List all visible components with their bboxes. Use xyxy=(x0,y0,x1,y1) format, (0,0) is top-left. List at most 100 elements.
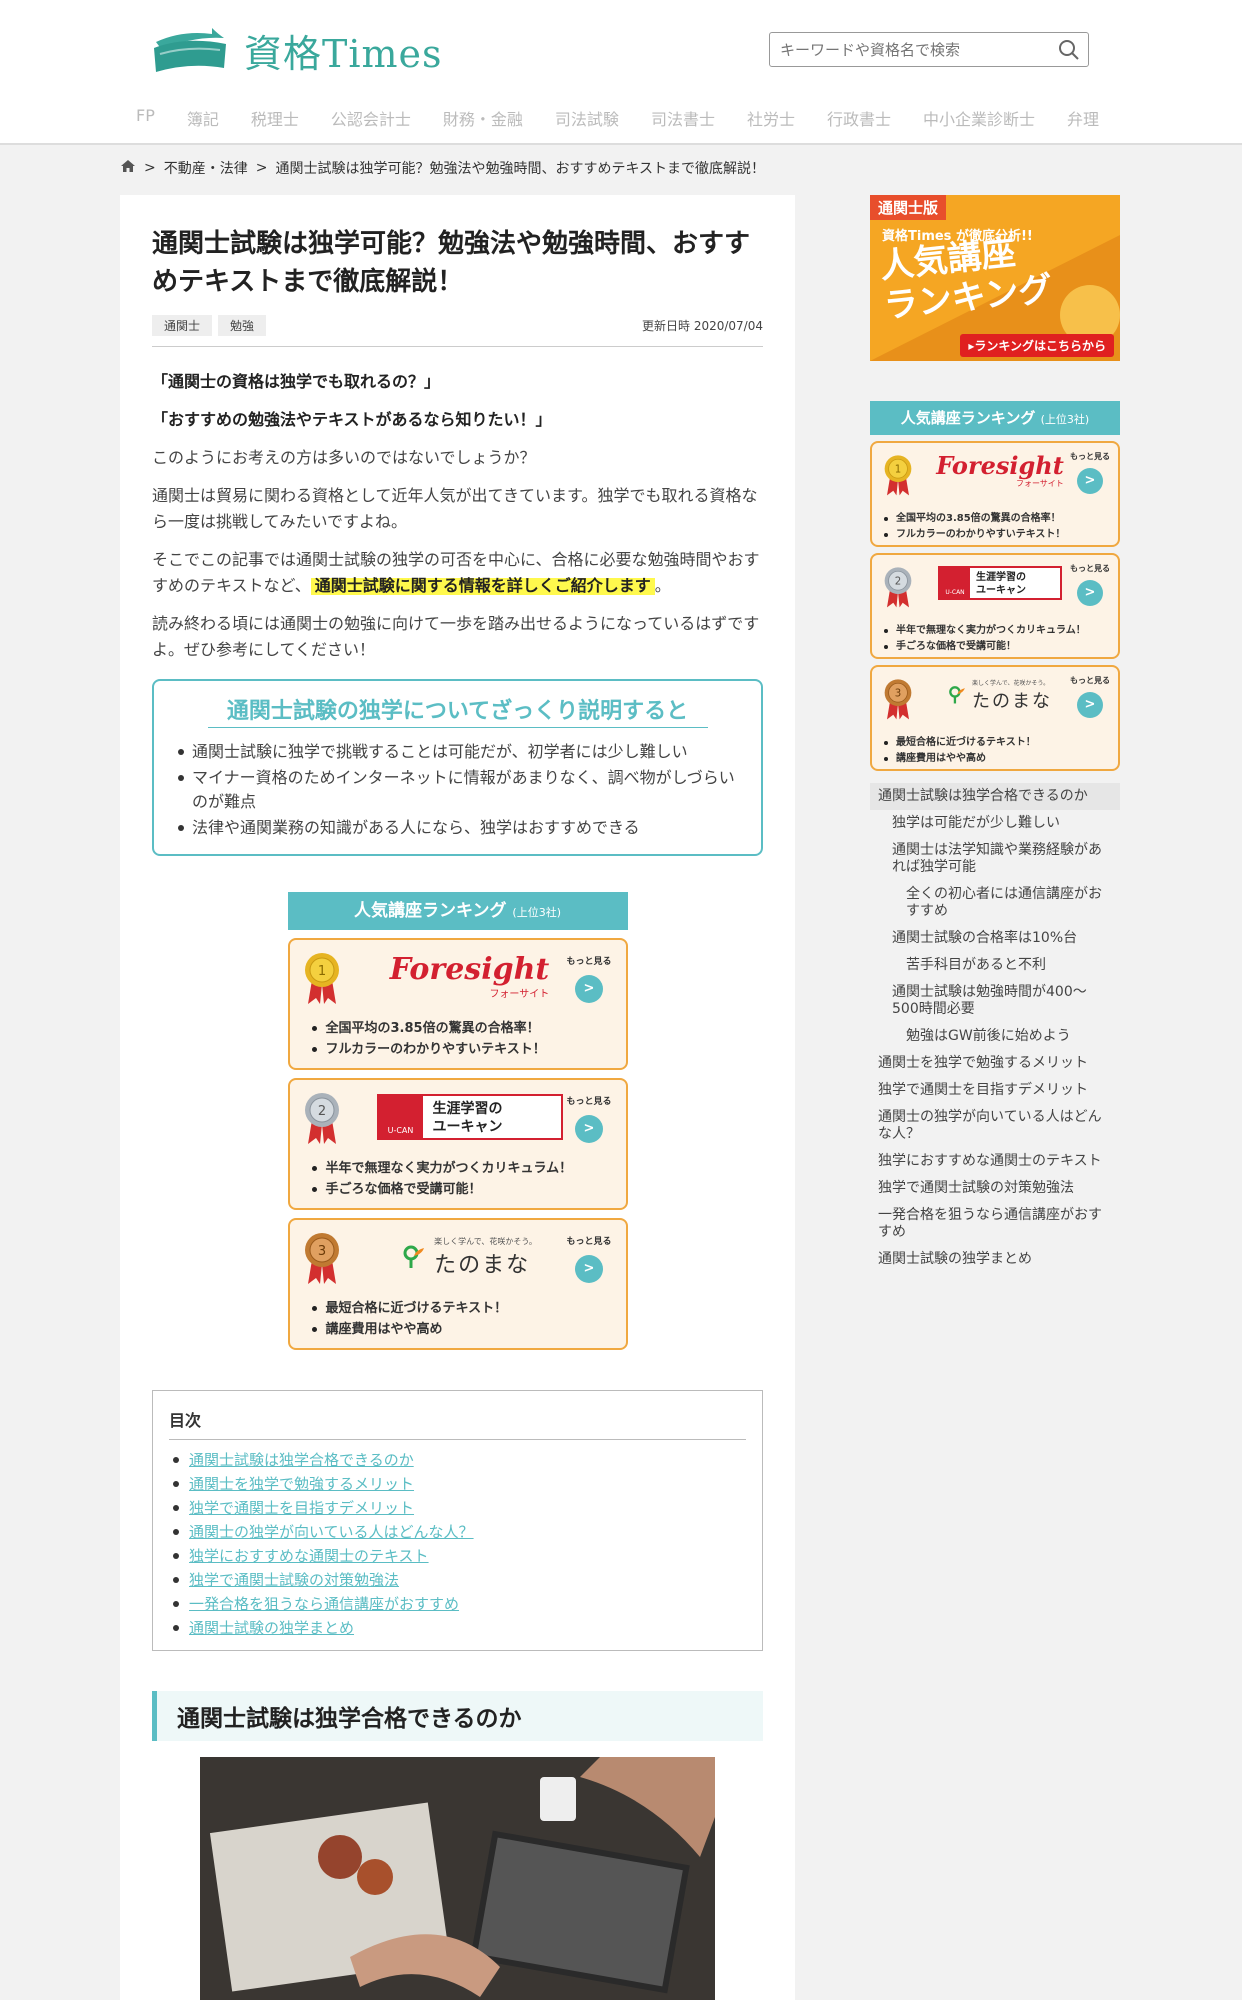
ranking-points: 最短合格に近づけるテキスト！ 講座費用はやや高め xyxy=(884,735,1036,767)
site-logo[interactable]: 資格Times xyxy=(152,22,452,78)
nav-item[interactable]: 簿記 xyxy=(187,106,219,132)
ranking-card-3[interactable]: 3 楽しく学んで、花咲かそう。 たのまな もっと見る > 最短合格に近づけるテキス… xyxy=(287,1218,628,1350)
sidebar-toc-item[interactable]: 通関士試験は独学合格できるのか xyxy=(870,783,1120,810)
paragraph: そこでこの記事では通関士試験の独学の可否を中心に、合格に必要な勉強時間やおすすめ… xyxy=(152,547,763,599)
tanomana-leaf-icon xyxy=(949,686,965,704)
nav-item[interactable]: 税理士 xyxy=(251,106,299,132)
breadcrumb-category[interactable]: 不動産・法律 xyxy=(164,158,248,178)
nav-item[interactable]: 行政書士 xyxy=(827,106,891,132)
nav-item[interactable]: 弁理 xyxy=(1067,106,1099,132)
brand-logo-foresight[interactable]: Foresight フォーサイト xyxy=(930,451,1070,491)
sidebar-toc-item[interactable]: 通関士試験の独学まとめ xyxy=(870,1246,1120,1273)
ranking-point: フルカラーのわかりやすいテキスト！ xyxy=(883,527,1065,543)
brand-name: 生涯学習の ユーキャン xyxy=(976,572,1026,596)
tag[interactable]: 勉強 xyxy=(218,315,267,336)
ranking-banner[interactable]: 通関士版 資格Times が徹底分析!! 人気講座 ランキング ▸ランキングはこち… xyxy=(870,195,1120,361)
sidebar-toc-item[interactable]: 独学は可能だが少し難しい xyxy=(870,810,1120,837)
more-label: もっと見る xyxy=(566,1097,612,1107)
sidebar-toc-item[interactable]: 独学で通関士を目指すデメリット xyxy=(870,1077,1120,1104)
silver-medal-icon: 2 xyxy=(884,567,912,608)
toc-link[interactable]: 独学で通関士試験の対策勉強法 xyxy=(169,1568,746,1592)
more-link[interactable]: もっと見る > xyxy=(566,1234,612,1283)
more-arrow-button[interactable]: > xyxy=(574,1255,603,1283)
sidebar-ranking-card-1[interactable]: 1 Foresight フォーサイト もっと見る > 全国平均の3.85倍の驚異の… xyxy=(870,441,1120,547)
sidebar-toc-item[interactable]: 通関士の独学が向いている人はどんな人？ xyxy=(870,1104,1120,1148)
sidebar-ranking-card-3[interactable]: 3 楽しく学んで、花咲かそう。 たのまな もっと見る > 最短合格に近づけるテキス… xyxy=(870,665,1120,771)
sidebar-toc-item[interactable]: 勉強はGW前後に始めよう xyxy=(870,1023,1120,1050)
more-link[interactable]: もっと見る > xyxy=(566,954,612,1003)
sidebar-toc-item[interactable]: 独学で通関士試験の対策勉強法 xyxy=(870,1175,1120,1202)
ranking-points: 半年で無理なく実力がつくカリキュラム！ 手ごろな価格で受講可能！ xyxy=(311,1158,572,1200)
sidebar-toc-item[interactable]: 通関士を独学で勉強するメリット xyxy=(870,1050,1120,1077)
sidebar-ranking-card-2[interactable]: 2 U-CAN 生涯学習の ユーキャン もっと見る > 半年で無理なく実力がつくカ… xyxy=(870,553,1120,659)
brand-logo-ucan[interactable]: U-CAN 生涯学習の ユーキャン xyxy=(930,563,1070,603)
sidebar-toc-item[interactable]: 通関士試験は勉強時間が400～500時間必要 xyxy=(870,979,1120,1023)
more-arrow-button[interactable]: > xyxy=(1077,580,1103,606)
ranking-heading-small: (上位3社) xyxy=(1040,413,1090,426)
breadcrumb-separator: > xyxy=(255,160,268,176)
tag[interactable]: 通関士 xyxy=(152,315,213,336)
nav-item[interactable]: 司法書士 xyxy=(651,106,715,132)
sidebar-toc-item[interactable]: 通関士は法学知識や業務経験があれば独学可能 xyxy=(870,837,1120,881)
brand-logo-ucan[interactable]: U-CAN 生涯学習の ユーキャン xyxy=(370,1092,570,1142)
sidebar-toc-item[interactable]: 独学におすすめな通関士のテキスト xyxy=(870,1148,1120,1175)
toc-link[interactable]: 一発合格を狙うなら通信講座がおすすめ xyxy=(169,1592,746,1616)
search-icon[interactable] xyxy=(1058,39,1080,65)
search-input[interactable] xyxy=(770,33,1040,66)
more-link[interactable]: もっと見る > xyxy=(1070,563,1110,606)
home-icon[interactable] xyxy=(120,159,136,177)
nav-item[interactable]: 公認会計士 xyxy=(331,106,411,132)
table-of-contents: 目次 通関士試験は独学合格できるのか 通関士を独学で勉強するメリット 独学で通関… xyxy=(152,1390,763,1651)
brand-logo-tanomana[interactable]: 楽しく学んで、花咲かそう。 たのまな xyxy=(930,675,1070,715)
ranking-heading-text: 人気講座ランキング xyxy=(900,409,1036,427)
brand-name: Foresight xyxy=(389,951,550,987)
ranking-card-2[interactable]: 2 U-CAN 生涯学習の ユーキャン もっと見る > 半年で無理なく実力がつくカ… xyxy=(287,1078,628,1210)
toc-link[interactable]: 通関士試験は独学合格できるのか xyxy=(169,1448,746,1472)
ranking-point: 最短合格に近づけるテキスト！ xyxy=(311,1298,507,1319)
sidebar-toc: 通関士試験は独学合格できるのか 独学は可能だが少し難しい 通関士は法学知識や業務… xyxy=(870,783,1120,1273)
photo-illustration xyxy=(200,1757,715,2000)
nav-item[interactable]: 中小企業診断士 xyxy=(923,106,1035,132)
ranking-point: 半年で無理なく実力がつくカリキュラム！ xyxy=(311,1158,572,1179)
ranking-card-1[interactable]: 1 Foresight フォーサイト もっと見る > 全国平均の3.85倍の驚異の… xyxy=(287,938,628,1070)
tanomana-leaf-icon xyxy=(403,1245,425,1268)
site-header: 資格Times FP 簿記 税理士 公認会計士 財務・金融 司法試験 司法書士 … xyxy=(0,0,1242,145)
nav-item[interactable]: FP xyxy=(136,106,155,132)
nav-item[interactable]: 財務・金融 xyxy=(443,106,523,132)
ranking-point: フルカラーのわかりやすいテキスト！ xyxy=(311,1039,546,1060)
toc-link[interactable]: 通関士試験の独学まとめ xyxy=(169,1616,746,1640)
rank-number: 2 xyxy=(895,577,902,588)
brand-name: たのまな xyxy=(972,690,1052,712)
toc-link[interactable]: 通関士の独学が向いている人はどんな人？ xyxy=(169,1520,746,1544)
more-arrow-button[interactable]: > xyxy=(1077,468,1103,494)
sidebar-toc-item[interactable]: 苦手科目があると不利 xyxy=(870,952,1120,979)
banner-button[interactable]: ▸ランキングはこちらから xyxy=(960,334,1114,357)
sidebar-toc-item[interactable]: 通関士試験の合格率は10%台 xyxy=(870,925,1120,952)
more-arrow-button[interactable]: > xyxy=(574,1115,603,1143)
intro-question: 「通関士の資格は独学でも取れるの？」 xyxy=(152,372,441,391)
paragraph: 通関士は貿易に関わる資格として近年人気が出てきています。独学でも取れる資格なら一… xyxy=(152,486,758,531)
brand-name: 生涯学習の ユーキャン xyxy=(432,1101,503,1135)
sidebar-toc-item[interactable]: 一発合格を狙うなら通信講座がおすすめ xyxy=(870,1202,1120,1246)
brand-logo-foresight[interactable]: Foresight フォーサイト xyxy=(370,952,570,1002)
summary-title: 通関士試験の独学についてざっくり説明すると xyxy=(207,693,708,728)
toc-link[interactable]: 独学におすすめな通関士のテキスト xyxy=(169,1544,746,1568)
more-arrow-button[interactable]: > xyxy=(1077,692,1103,718)
more-link[interactable]: もっと見る > xyxy=(1070,675,1110,718)
more-arrow-button[interactable]: > xyxy=(574,975,603,1003)
more-label: もっと見る xyxy=(566,1237,612,1247)
brand-logo-tanomana[interactable]: 楽しく学んで、花咲かそう。 たのまな xyxy=(370,1232,570,1282)
more-link[interactable]: もっと見る > xyxy=(1070,451,1110,494)
ranking-points: 最短合格に近づけるテキスト！ 講座費用はやや高め xyxy=(311,1298,507,1340)
banner-label: 通関士版 xyxy=(870,195,947,220)
nav-item[interactable]: 社労士 xyxy=(747,106,795,132)
more-link[interactable]: もっと見る > xyxy=(566,1094,612,1143)
toc-link[interactable]: 通関士を独学で勉強するメリット xyxy=(169,1472,746,1496)
gold-medal-icon: 1 xyxy=(884,455,912,496)
paragraph: このようにお考えの方は多いのではないでしょうか？ xyxy=(152,448,536,467)
nav-item[interactable]: 司法試験 xyxy=(555,106,619,132)
toc-link[interactable]: 独学で通関士を目指すデメリット xyxy=(169,1496,746,1520)
sidebar-toc-item[interactable]: 全くの初心者には通信講座がおすすめ xyxy=(870,881,1120,925)
rank-number: 3 xyxy=(895,689,902,700)
summary-item: マイナー資格のためインターネットに情報があまりなく、調べ物がしづらいのが難点 xyxy=(174,766,741,814)
